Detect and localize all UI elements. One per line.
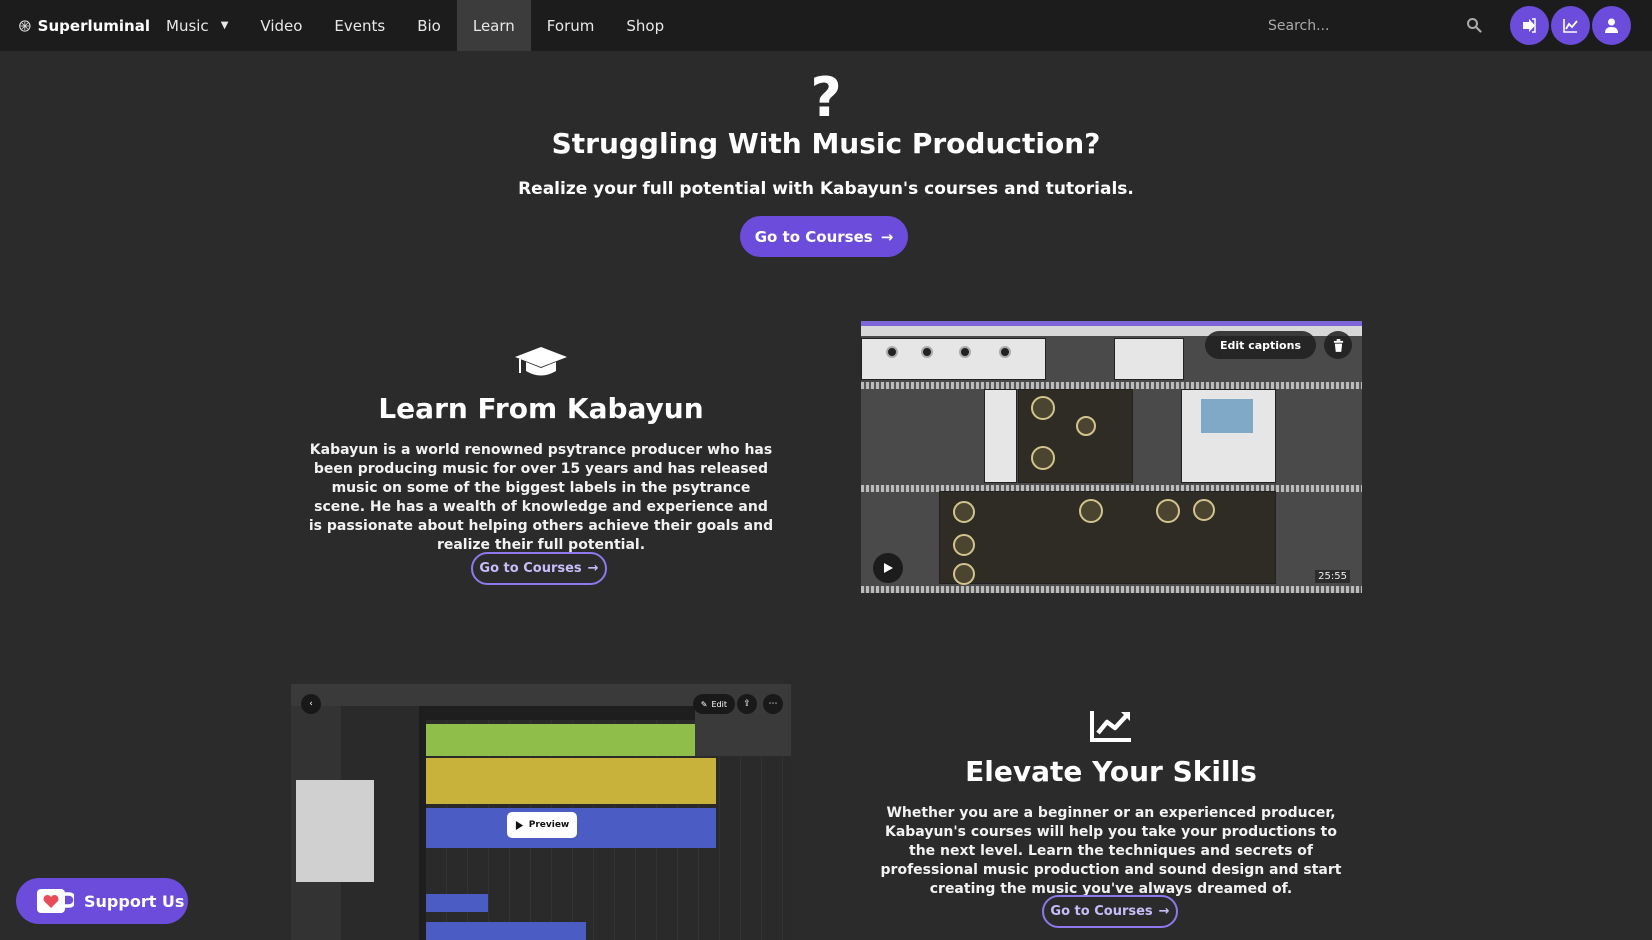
button-label: Go to Courses (754, 227, 873, 246)
synth-module (984, 389, 1017, 483)
audio-clip (426, 894, 488, 912)
logout-button[interactable] (1510, 6, 1549, 45)
nav-item-shop[interactable]: Shop (610, 0, 680, 51)
nav-item-learn[interactable]: Learn (456, 0, 531, 51)
graduation-cap-icon (515, 347, 567, 376)
edit-captions-button[interactable]: Edit captions (1204, 331, 1316, 359)
elevate-go-to-courses-button[interactable]: Go to Courses → (1042, 895, 1178, 928)
learn-title: Learn From Kabayun (378, 392, 704, 425)
button-label: Go to Courses (1050, 904, 1153, 919)
elevate-title: Elevate Your Skills (965, 755, 1257, 788)
nav-item-forum[interactable]: Forum (531, 0, 611, 51)
knob (921, 346, 933, 358)
synth-module (861, 338, 1046, 380)
more-icon: ⋯ (768, 699, 778, 709)
share-icon: ⇪ (743, 699, 751, 709)
knob (953, 563, 975, 585)
chart-icon (1563, 19, 1578, 33)
rack-rail (861, 382, 1362, 389)
chevron-left-icon: ‹ (309, 699, 313, 709)
knob (953, 534, 975, 556)
coffee-cup-heart-icon (37, 889, 74, 913)
waveform-display (1201, 399, 1253, 433)
play-icon (884, 563, 893, 573)
question-icon: ? (810, 66, 842, 129)
edit-button[interactable]: ✎ Edit (692, 694, 735, 714)
knob (953, 501, 975, 523)
synth-module (1114, 338, 1184, 380)
knob (1193, 499, 1215, 521)
nav-item-music[interactable]: Music ▼ (150, 0, 244, 51)
stats-button[interactable] (1551, 6, 1590, 45)
brand-name: Superluminal (37, 16, 150, 35)
pencil-icon: ✎ (700, 699, 708, 709)
nav-item-label: Events (334, 16, 386, 35)
learn-go-to-courses-button[interactable]: Go to Courses → (471, 552, 607, 585)
nav-item-bio[interactable]: Bio (401, 0, 457, 51)
brand-link[interactable]: Superluminal (18, 17, 150, 35)
knob (1031, 446, 1055, 470)
knob (959, 346, 971, 358)
knob (999, 346, 1011, 358)
trash-icon (1333, 338, 1343, 352)
video-duration: 25:55 (1315, 570, 1350, 583)
play-icon (515, 820, 523, 830)
daw-browser (296, 780, 374, 882)
search-icon[interactable] (1466, 17, 1482, 33)
nav-item-events[interactable]: Events (318, 0, 401, 51)
user-icon (1605, 18, 1618, 33)
hero-go-to-courses-button[interactable]: Go to Courses → (740, 216, 908, 257)
edit-label: Edit (711, 699, 728, 709)
synth-module (939, 491, 1276, 584)
superluminal-logo-icon (19, 19, 31, 32)
rack-rail (861, 586, 1362, 593)
chart-line-icon (1090, 711, 1131, 742)
preview-button[interactable]: Preview (507, 812, 577, 838)
learn-text: Kabayun is a world renowned psytrance pr… (308, 442, 774, 553)
knob (1076, 416, 1096, 436)
nav-item-label: Video (260, 16, 303, 35)
search-input[interactable] (1252, 17, 1442, 34)
arrow-right-icon: → (880, 227, 894, 246)
button-label: Go to Courses (479, 561, 582, 576)
nav-item-label: Music (166, 16, 209, 35)
audio-clip (426, 724, 716, 756)
nav-item-label: Shop (626, 16, 665, 35)
elevate-text: Whether you are a beginner or an experie… (880, 805, 1342, 897)
knob (1156, 499, 1180, 523)
modular-synth-video[interactable]: Edit captions 25:55 (861, 321, 1362, 593)
caret-down-icon: ▼ (220, 20, 229, 31)
hero-subtitle: Realize your full potential with Kabayun… (518, 179, 1134, 199)
hero-title: Struggling With Music Production? (551, 127, 1101, 160)
more-button[interactable]: ⋯ (763, 694, 783, 714)
nav-item-label: Bio (417, 16, 441, 35)
nav-item-video[interactable]: Video (244, 0, 318, 51)
support-us-label: Support Us (84, 891, 185, 911)
share-button[interactable]: ⇪ (737, 694, 757, 714)
navbar: Superluminal Music ▼ Video Events Bio Le… (0, 0, 1652, 51)
logout-icon (1523, 18, 1536, 33)
daw-tutorial-video[interactable]: ‹ ✎ Edit ⇪ ⋯ Preview (291, 684, 791, 940)
profile-button[interactable] (1592, 6, 1631, 45)
arrow-right-icon: → (1158, 904, 1170, 919)
back-button[interactable]: ‹ (301, 694, 321, 714)
support-us-button[interactable]: Support Us (16, 878, 188, 924)
play-button[interactable] (873, 553, 903, 583)
search-bar (1252, 10, 1482, 41)
knob (1079, 499, 1103, 523)
delete-button[interactable] (1324, 331, 1352, 359)
edit-captions-label: Edit captions (1219, 338, 1301, 352)
arrow-right-icon: → (587, 561, 599, 576)
knob (886, 346, 898, 358)
knob (1031, 396, 1055, 420)
preview-label: Preview (528, 820, 570, 830)
audio-clip (426, 922, 586, 940)
nav-item-label: Learn (472, 16, 515, 35)
audio-clip (426, 758, 716, 804)
nav-item-label: Forum (546, 16, 595, 35)
